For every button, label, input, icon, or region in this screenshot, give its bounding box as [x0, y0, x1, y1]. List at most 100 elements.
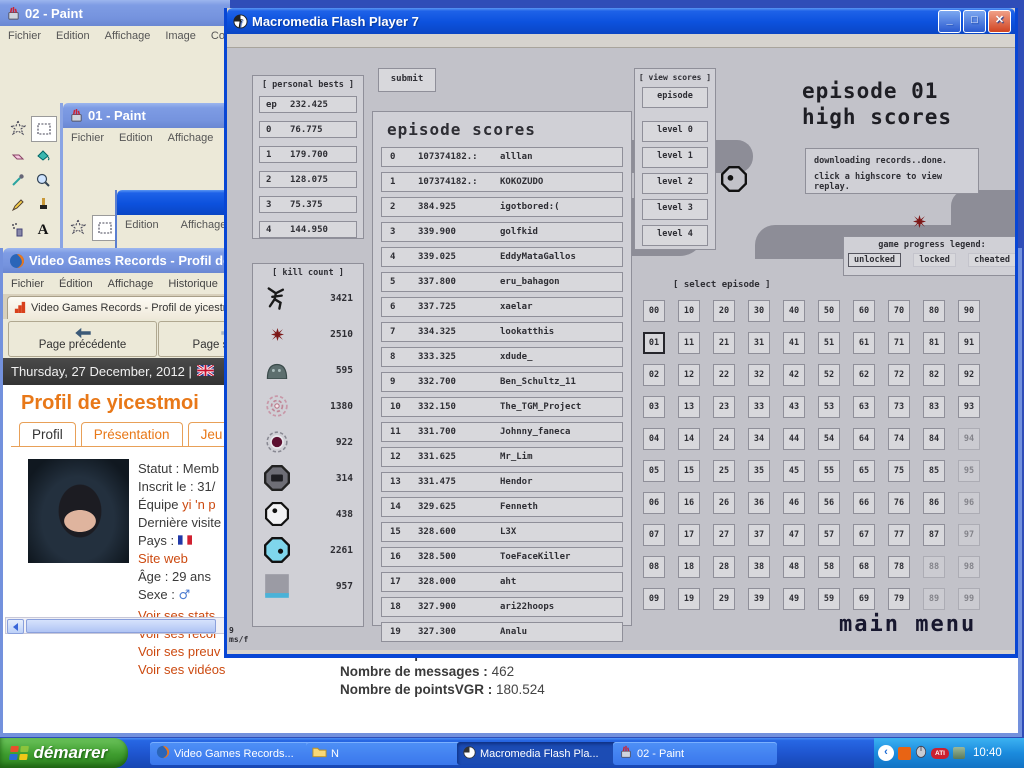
episode-cell-95[interactable]: 95	[958, 460, 980, 482]
episode-cell-14[interactable]: 14	[678, 428, 700, 450]
score-row[interactable]: 14329.625Fenneth	[381, 497, 623, 517]
menu-item[interactable]: Affichage	[181, 219, 227, 231]
scroll-left-button[interactable]	[7, 619, 24, 634]
episode-cell-90[interactable]: 90	[958, 300, 980, 322]
score-row[interactable]: 7334.325lookatthis	[381, 322, 623, 342]
maximize-button[interactable]: □	[963, 10, 986, 33]
episode-cell-58[interactable]: 58	[818, 556, 840, 578]
pencil-icon[interactable]	[6, 193, 30, 217]
tray-device-icon[interactable]	[953, 747, 965, 759]
episode-cell-42[interactable]: 42	[783, 364, 805, 386]
eraser-icon[interactable]	[6, 143, 30, 167]
score-row[interactable]: 4339.025EddyMataGallos	[381, 247, 623, 267]
score-row[interactable]: 2384.925igotbored:(	[381, 197, 623, 217]
episode-cell-79[interactable]: 79	[888, 588, 910, 610]
episode-cell-21[interactable]: 21	[713, 332, 735, 354]
episode-cell-24[interactable]: 24	[713, 428, 735, 450]
start-button[interactable]: démarrer	[0, 738, 128, 768]
view-scores-level-0[interactable]: level 0	[642, 121, 708, 142]
episode-cell-57[interactable]: 57	[818, 524, 840, 546]
freeform-select-icon[interactable]	[6, 116, 30, 140]
episode-cell-91[interactable]: 91	[958, 332, 980, 354]
episode-cell-78[interactable]: 78	[888, 556, 910, 578]
episode-cell-92[interactable]: 92	[958, 364, 980, 386]
episode-cell-81[interactable]: 81	[923, 332, 945, 354]
episode-cell-77[interactable]: 77	[888, 524, 910, 546]
episode-cell-73[interactable]: 73	[888, 396, 910, 418]
score-row[interactable]: 15328.600L3X	[381, 522, 623, 542]
episode-cell-39[interactable]: 39	[748, 588, 770, 610]
menu-item[interactable]: Edition	[119, 132, 153, 144]
menu-item[interactable]: Fichier	[71, 132, 104, 144]
episode-cell-68[interactable]: 68	[853, 556, 875, 578]
episode-cell-32[interactable]: 32	[748, 364, 770, 386]
episode-cell-17[interactable]: 17	[678, 524, 700, 546]
episode-cell-05[interactable]: 05	[643, 460, 665, 482]
episode-cell-83[interactable]: 83	[923, 396, 945, 418]
menu-item[interactable]: Édition	[59, 278, 93, 290]
scroll-thumb[interactable]	[26, 619, 216, 633]
episode-cell-61[interactable]: 61	[853, 332, 875, 354]
submit-button[interactable]: submit	[378, 68, 436, 92]
uk-flag-icon[interactable]	[197, 364, 214, 379]
tray-mouse-icon[interactable]	[915, 744, 927, 763]
episode-cell-09[interactable]: 09	[643, 588, 665, 610]
score-row[interactable]: 17328.000aht	[381, 572, 623, 592]
menu-item[interactable]: Image	[165, 30, 196, 42]
episode-cell-63[interactable]: 63	[853, 396, 875, 418]
main-menu-button[interactable]: main menu	[839, 612, 976, 637]
eyedropper-icon[interactable]	[6, 168, 30, 192]
episode-cell-50[interactable]: 50	[818, 300, 840, 322]
episode-cell-44[interactable]: 44	[783, 428, 805, 450]
episode-cell-53[interactable]: 53	[818, 396, 840, 418]
episode-cell-07[interactable]: 07	[643, 524, 665, 546]
episode-cell-01[interactable]: 01	[643, 332, 665, 354]
episode-cell-22[interactable]: 22	[713, 364, 735, 386]
episode-cell-49[interactable]: 49	[783, 588, 805, 610]
episode-cell-43[interactable]: 43	[783, 396, 805, 418]
score-row[interactable]: 8333.325xdude_	[381, 347, 623, 367]
episode-cell-04[interactable]: 04	[643, 428, 665, 450]
episode-cell-41[interactable]: 41	[783, 332, 805, 354]
episode-cell-66[interactable]: 66	[853, 492, 875, 514]
taskbar-task-firefox[interactable]: Video Games Records...	[150, 742, 314, 765]
episode-cell-36[interactable]: 36	[748, 492, 770, 514]
episode-cell-84[interactable]: 84	[923, 428, 945, 450]
freeform-select-icon[interactable]	[66, 215, 90, 239]
episode-cell-34[interactable]: 34	[748, 428, 770, 450]
episode-cell-72[interactable]: 72	[888, 364, 910, 386]
score-row[interactable]: 18327.900ari22hoops	[381, 597, 623, 617]
episode-cell-40[interactable]: 40	[783, 300, 805, 322]
menu-item[interactable]: Edition	[56, 30, 90, 42]
page-tab-profil[interactable]: Profil	[19, 422, 76, 447]
view-scores-level-3[interactable]: level 3	[642, 199, 708, 220]
episode-cell-93[interactable]: 93	[958, 396, 980, 418]
episode-cell-29[interactable]: 29	[713, 588, 735, 610]
episode-cell-13[interactable]: 13	[678, 396, 700, 418]
episode-cell-02[interactable]: 02	[643, 364, 665, 386]
flash-titlebar[interactable]: f Macromedia Flash Player 7 _ □ ✕	[227, 8, 1015, 34]
episode-cell-26[interactable]: 26	[713, 492, 735, 514]
magnifier-icon[interactable]	[31, 168, 55, 192]
episode-cell-97[interactable]: 97	[958, 524, 980, 546]
episode-cell-64[interactable]: 64	[853, 428, 875, 450]
episode-cell-54[interactable]: 54	[818, 428, 840, 450]
episode-cell-08[interactable]: 08	[643, 556, 665, 578]
episode-cell-45[interactable]: 45	[783, 460, 805, 482]
episode-cell-71[interactable]: 71	[888, 332, 910, 354]
tray-flash-icon[interactable]	[898, 747, 911, 760]
score-row[interactable]: 0107374182.:alllan	[381, 147, 623, 167]
profile-website-link[interactable]: Site web	[138, 551, 188, 566]
episode-cell-18[interactable]: 18	[678, 556, 700, 578]
close-button[interactable]: ✕	[988, 10, 1011, 33]
score-row[interactable]: 11331.700Johnny_faneca	[381, 422, 623, 442]
tray-chevron-icon[interactable]: ‹	[878, 745, 894, 761]
episode-cell-59[interactable]: 59	[818, 588, 840, 610]
view-scores-level-1[interactable]: level 1	[642, 147, 708, 168]
episode-cell-25[interactable]: 25	[713, 460, 735, 482]
episode-cell-70[interactable]: 70	[888, 300, 910, 322]
episode-cell-56[interactable]: 56	[818, 492, 840, 514]
menu-item[interactable]: Affichage	[168, 132, 214, 144]
episode-cell-85[interactable]: 85	[923, 460, 945, 482]
view-scores-level-4[interactable]: level 4	[642, 225, 708, 246]
